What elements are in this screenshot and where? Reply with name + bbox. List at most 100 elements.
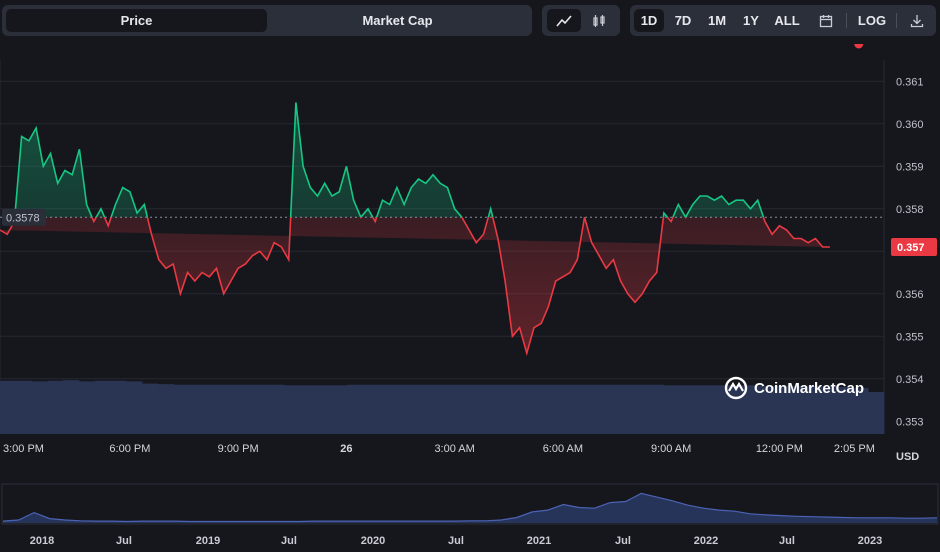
volume-bar bbox=[442, 384, 459, 434]
volume-bar bbox=[868, 392, 885, 434]
y-tick-label: 0.359 bbox=[896, 161, 924, 173]
volume-bar bbox=[205, 384, 222, 434]
range-all-button[interactable]: ALL bbox=[770, 9, 804, 32]
volume-bar bbox=[410, 384, 427, 434]
navigator-label: Jul bbox=[281, 535, 297, 547]
y-tick-label: 0.354 bbox=[896, 374, 924, 386]
x-tick-label: 9:00 AM bbox=[651, 443, 691, 455]
price-area bbox=[0, 102, 830, 354]
x-tick-label: 26 bbox=[340, 443, 352, 455]
volume-bar bbox=[599, 384, 617, 434]
volume-bar bbox=[647, 384, 664, 434]
volume-bar bbox=[63, 380, 80, 434]
volume-bar bbox=[394, 384, 411, 434]
volume-bar bbox=[568, 384, 585, 434]
calendar-button[interactable] bbox=[812, 9, 840, 32]
volume-bar bbox=[31, 381, 48, 434]
y-tick-label: 0.355 bbox=[896, 331, 924, 343]
reference-price-label: 0.3578 bbox=[6, 212, 40, 224]
tab-price[interactable]: Price bbox=[6, 9, 267, 32]
candlestick-icon bbox=[593, 14, 605, 27]
chart-toolbar: Price Market Cap 1D 7D 1M 1Y ALL LOG bbox=[0, 0, 940, 42]
y-tick-label: 0.361 bbox=[896, 76, 924, 88]
volume-bar bbox=[473, 384, 490, 434]
volume-bar bbox=[489, 384, 506, 434]
range-7d-button[interactable]: 7D bbox=[668, 9, 698, 32]
x-tick-label: 9:00 PM bbox=[218, 443, 259, 455]
volume-bar bbox=[189, 384, 206, 434]
chart-type-toggle bbox=[542, 5, 620, 36]
volume-bar bbox=[457, 384, 474, 434]
volume-bar bbox=[299, 385, 317, 434]
volume-bar bbox=[252, 384, 269, 434]
toolbar-divider bbox=[896, 13, 897, 28]
navigator-label: 2018 bbox=[30, 535, 54, 547]
navigator-label: 2020 bbox=[361, 535, 385, 547]
volume-bar bbox=[284, 385, 301, 434]
y-tick-label: 0.360 bbox=[896, 119, 924, 131]
area-below-reference bbox=[0, 217, 830, 354]
volume-bar bbox=[710, 385, 727, 434]
volume-bar bbox=[426, 384, 443, 434]
volume-bar bbox=[331, 385, 348, 434]
volume-bar bbox=[536, 384, 553, 434]
x-tick-label: 2:05 PM bbox=[834, 443, 875, 455]
volume-bar bbox=[78, 381, 96, 434]
candlestick-button[interactable] bbox=[582, 9, 616, 32]
navigator-label: 2019 bbox=[196, 535, 220, 547]
y-tick-label: 0.358 bbox=[896, 204, 924, 216]
calendar-icon bbox=[819, 14, 833, 27]
navigator-axis: 2018 Jul 2019 Jul 2020 Jul 2021 Jul 2022 Jul 2023 bbox=[30, 535, 882, 547]
time-range-selector: 1D 7D 1M 1Y ALL LOG bbox=[630, 5, 936, 36]
y-tick-label: 0.353 bbox=[896, 416, 924, 428]
volume-bar bbox=[378, 384, 396, 434]
volume-bar bbox=[726, 385, 743, 434]
y-axis-unit: USD bbox=[896, 451, 919, 463]
volume-bar bbox=[0, 380, 17, 434]
download-icon bbox=[910, 14, 924, 27]
current-price-label: 0.357 bbox=[897, 242, 925, 254]
volume-bar bbox=[236, 384, 253, 434]
volume-bar bbox=[110, 380, 127, 434]
range-1y-button[interactable]: 1Y bbox=[736, 9, 766, 32]
download-button[interactable] bbox=[902, 9, 932, 32]
volume-bar bbox=[505, 384, 522, 434]
navigator-label: 2021 bbox=[527, 535, 551, 547]
volume-bar bbox=[694, 385, 711, 434]
toolbar-divider bbox=[846, 13, 847, 28]
volume-bar bbox=[47, 380, 64, 434]
volume-bar bbox=[221, 384, 238, 434]
volume-bar bbox=[157, 384, 175, 434]
x-tick-label: 3:00 PM bbox=[3, 443, 44, 455]
volume-bar bbox=[173, 384, 190, 434]
x-tick-label: 3:00 AM bbox=[434, 443, 474, 455]
price-chart[interactable]: 0.353 0.354 0.355 0.356 0.357 0.358 0.359 0.360… bbox=[0, 44, 940, 474]
x-tick-label: 6:00 AM bbox=[543, 443, 583, 455]
chart-gridlines bbox=[0, 60, 885, 434]
volume-bar bbox=[268, 384, 285, 434]
price-marketcap-toggle: Price Market Cap bbox=[2, 5, 532, 36]
volume-bar bbox=[552, 384, 569, 434]
volume-bar bbox=[520, 384, 538, 434]
volume-bar bbox=[363, 384, 380, 434]
volume-bar bbox=[126, 381, 143, 434]
volume-bar bbox=[94, 380, 111, 434]
volume-bar bbox=[142, 383, 159, 434]
volume-bar bbox=[678, 385, 695, 434]
log-scale-button[interactable]: LOG bbox=[854, 9, 890, 32]
tab-market-cap[interactable]: Market Cap bbox=[267, 9, 528, 32]
volume-bars bbox=[0, 380, 885, 434]
range-1m-button[interactable]: 1M bbox=[702, 9, 732, 32]
navigator-label: Jul bbox=[116, 535, 132, 547]
range-navigator[interactable]: 2018 Jul 2019 Jul 2020 Jul 2021 Jul 2022 Jul 2023 bbox=[0, 482, 940, 552]
volume-bar bbox=[615, 384, 632, 434]
y-tick-label: 0.356 bbox=[896, 289, 924, 301]
navigator-label: Jul bbox=[779, 535, 795, 547]
volume-bar bbox=[584, 384, 601, 434]
line-chart-icon bbox=[556, 14, 572, 27]
volume-bar bbox=[15, 380, 32, 434]
line-chart-button[interactable] bbox=[547, 9, 581, 32]
navigator-label: Jul bbox=[448, 535, 464, 547]
volume-bar bbox=[663, 385, 680, 434]
range-1d-button[interactable]: 1D bbox=[634, 9, 664, 32]
